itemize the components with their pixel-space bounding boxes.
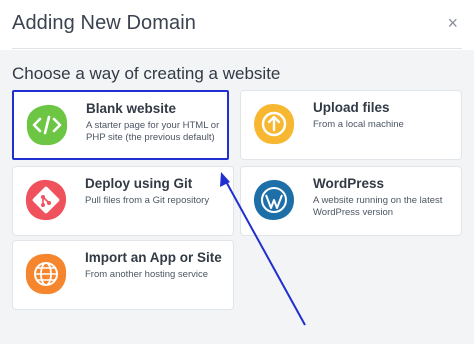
option-deploy-git[interactable]: Deploy using Git Pull files from a Git r…	[12, 166, 234, 236]
option-description: A website running on the latest WordPres…	[313, 195, 443, 218]
option-blank-website[interactable]: Blank website A starter page for your HT…	[12, 90, 229, 160]
option-description: From a local machine	[313, 119, 404, 130]
option-name: Deploy using Git	[85, 176, 193, 191]
upload-icon	[251, 101, 297, 147]
wordpress-icon	[251, 177, 297, 223]
git-icon	[23, 177, 69, 223]
option-name: Upload files	[313, 100, 390, 115]
option-name: WordPress	[313, 176, 385, 191]
option-description: Pull files from a Git repository	[85, 195, 210, 206]
close-icon[interactable]: ×	[447, 14, 458, 32]
option-wordpress[interactable]: WordPress A website running on the lates…	[240, 166, 462, 236]
option-upload-files[interactable]: Upload files From a local machine	[240, 90, 462, 160]
option-import-app[interactable]: Import an App or Site From another hosti…	[12, 240, 234, 310]
option-name: Blank website	[86, 101, 177, 116]
code-icon	[24, 102, 70, 148]
section-subtitle: Choose a way of creating a website	[12, 64, 281, 83]
globe-icon	[23, 251, 69, 297]
dialog-title: Adding New Domain	[12, 12, 197, 34]
dialog-header: Adding New Domain ×	[0, 0, 474, 50]
option-name: Import an App or Site	[85, 250, 222, 265]
header-divider	[12, 48, 462, 49]
option-description: From another hosting service	[85, 269, 209, 280]
option-description: A starter page for your HTML or PHP site…	[86, 120, 220, 143]
